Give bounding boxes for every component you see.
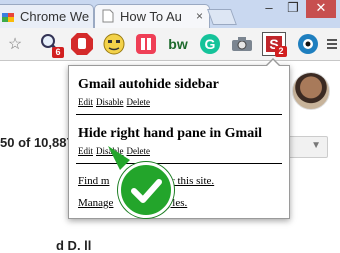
bookmark-star-icon[interactable]: ☆ (4, 34, 26, 56)
tab-label: Chrome We (20, 9, 90, 24)
zoom-ext-icon[interactable]: 6 (38, 32, 64, 58)
tab-label: How To Au (120, 9, 182, 24)
close-window-button[interactable]: ✕ (306, 0, 336, 18)
find-more-prefix: Find m (78, 175, 110, 187)
eye-icon[interactable] (296, 32, 320, 56)
divider (76, 163, 282, 164)
stylish-icon[interactable]: S 2 (262, 32, 287, 57)
chevron-down-icon: ▼ (311, 140, 321, 151)
avatar[interactable] (292, 72, 330, 110)
edit-link[interactable]: Edit (78, 146, 93, 156)
stylish-badge: 2 (275, 46, 287, 57)
mail-count-text: 50 of 10,887 (0, 135, 74, 150)
divider (76, 114, 282, 115)
style-actions: Edit Disable Delete (78, 97, 153, 107)
close-tab-icon[interactable]: × (196, 9, 203, 23)
smiley-icon[interactable] (102, 32, 126, 56)
pocket-icon[interactable] (134, 32, 158, 56)
popup-arrow-inner (266, 60, 280, 67)
restore-button[interactable]: ❐ (282, 0, 304, 18)
bw-icon[interactable]: bw (166, 32, 190, 56)
style-title: Gmail autohide sidebar (78, 77, 219, 92)
manage-prefix: Manage (78, 197, 114, 209)
bottom-partial-text: d D. ll (56, 238, 92, 253)
grammarly-label: G (204, 36, 216, 52)
tab-how-to[interactable]: How To Au × (94, 4, 210, 28)
stop-ext-icon[interactable] (70, 32, 94, 56)
style-title: Hide right hand pane in Gmail (78, 126, 262, 141)
callout-pointer-icon (108, 146, 130, 170)
edit-link[interactable]: Edit (78, 97, 93, 107)
stylish-popup: Gmail autohide sidebar Edit Disable Delete… (68, 58, 290, 219)
menu-icon[interactable] (326, 32, 338, 56)
chrome-web-store-icon (1, 11, 15, 23)
camera-icon[interactable] (230, 32, 254, 56)
delete-link[interactable]: Delete (127, 97, 150, 107)
minimize-button[interactable]: – (258, 0, 280, 18)
page-favicon (101, 9, 115, 23)
tab-chrome-web[interactable]: Chrome We (0, 4, 94, 28)
grammarly-icon[interactable]: G (198, 32, 222, 56)
zoom-badge: 6 (52, 47, 64, 58)
more-options-button[interactable]: ▼ (286, 136, 328, 158)
disable-link[interactable]: Disable (96, 97, 124, 107)
bw-label: bw (168, 36, 188, 52)
